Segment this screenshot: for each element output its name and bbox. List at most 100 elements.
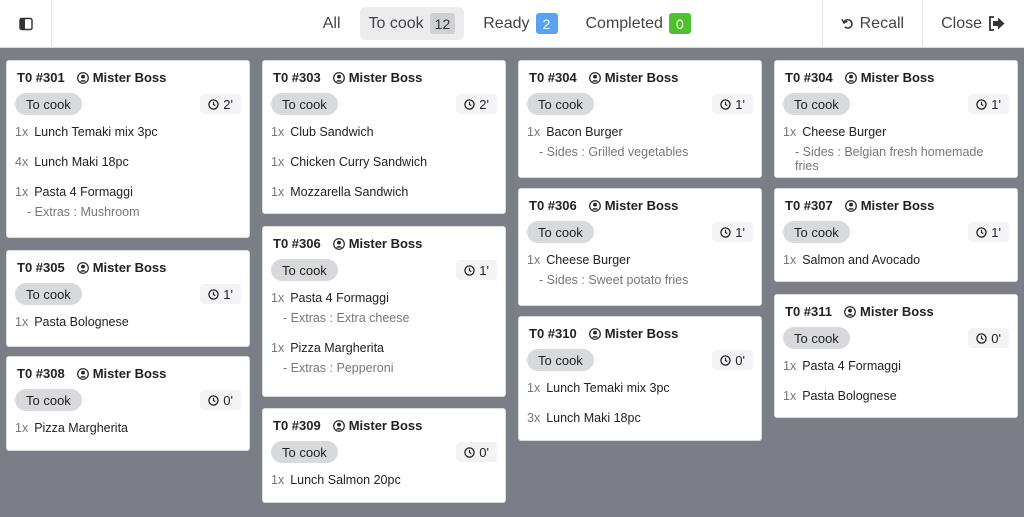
status-button[interactable]: To cook	[527, 93, 594, 115]
item-name: Pizza Margherita	[290, 341, 384, 355]
order-card[interactable]: T0 #308 Mister Boss To cook 0' 1x Pizza Margh…	[6, 356, 250, 451]
order-card[interactable]: T0 #303 Mister Boss To cook 2' 1x Club Sandwi…	[262, 60, 506, 214]
order-card[interactable]: T0 #306 Mister Boss To cook 1' 1x Pasta 4 For…	[262, 226, 506, 397]
order-items: 1x Club Sandwich 1x Chicken Curry Sandwich 1…	[263, 115, 505, 199]
order-item: 1x Pasta Bolognese	[15, 315, 241, 329]
order-item: 1x Pasta 4 Formaggi - Extras : Mushroom	[15, 185, 241, 219]
order-card[interactable]: T0 #305 Mister Boss To cook 1' 1x Pasta Bolog…	[6, 250, 250, 347]
waiter: Mister Boss	[844, 304, 934, 319]
waiter: Mister Boss	[588, 326, 678, 341]
table-number: T0 #306	[273, 236, 321, 251]
item-quantity: 1x	[271, 473, 285, 487]
item-name: Cheese Burger	[802, 125, 887, 139]
order-card[interactable]: T0 #304 Mister Boss To cook 1' 1x Cheese Burg…	[774, 60, 1018, 178]
item-note: - Sides : Grilled vegetables	[539, 145, 689, 159]
clock-icon	[208, 98, 220, 110]
elapsed-timer: 1'	[968, 222, 1009, 242]
order-items: 1x Salmon and Avocado	[775, 243, 1017, 267]
tab-all[interactable]: All	[314, 7, 350, 40]
elapsed-time: 2'	[479, 96, 489, 112]
order-header: T0 #307 Mister Boss	[775, 189, 1017, 215]
order-card[interactable]: T0 #306 Mister Boss To cook 1' 1x Cheese Burg…	[518, 188, 762, 306]
item-quantity: 1x	[15, 125, 29, 139]
item-name: Pasta 4 Formaggi	[34, 185, 133, 199]
table-number: T0 #303	[273, 70, 321, 85]
item-name: Pasta Bolognese	[802, 389, 897, 403]
order-items: 1x Lunch Temaki mix 3pc 4x Lunch Maki 18pc 1…	[7, 115, 249, 219]
order-header: T0 #308 Mister Boss	[7, 357, 249, 383]
item-quantity: 1x	[527, 381, 541, 395]
close-label: Close	[941, 14, 982, 32]
tab-ready[interactable]: Ready 2	[474, 7, 566, 40]
item-name: Chicken Curry Sandwich	[290, 155, 428, 169]
order-card[interactable]: T0 #311 Mister Boss To cook 0' 1x Pasta 4 For…	[774, 294, 1018, 418]
order-items: 1x Pasta Bolognese	[7, 305, 249, 329]
clock-icon	[208, 394, 220, 406]
tab-to-cook[interactable]: To cook 12	[359, 7, 465, 40]
header-actions: Recall Close	[821, 0, 1024, 48]
table-number: T0 #311	[785, 304, 832, 319]
status-button[interactable]: To cook	[15, 389, 82, 411]
item-quantity: 1x	[271, 185, 285, 199]
item-quantity: 1x	[15, 185, 29, 199]
user-icon	[844, 305, 856, 318]
order-card[interactable]: T0 #307 Mister Boss To cook 1' 1x Salmon and …	[774, 188, 1018, 282]
status-button[interactable]: To cook	[527, 221, 594, 243]
order-item: 1x Pasta Bolognese	[783, 389, 1009, 403]
order-header: T0 #309 Mister Boss	[263, 409, 505, 435]
status-button[interactable]: To cook	[527, 349, 594, 371]
item-quantity: 1x	[15, 421, 29, 435]
status-button[interactable]: To cook	[783, 93, 850, 115]
order-card[interactable]: T0 #301 Mister Boss To cook 2' 1x Lunch Temak…	[6, 60, 250, 238]
item-name: Pizza Margherita	[34, 421, 128, 435]
elapsed-time: 1'	[735, 96, 745, 112]
elapsed-timer: 0'	[712, 350, 753, 370]
order-card[interactable]: T0 #304 Mister Boss To cook 1' 1x Bacon Burge…	[518, 60, 762, 178]
close-button[interactable]: Close	[922, 0, 1024, 48]
user-icon	[76, 261, 89, 274]
order-item: 1x Chicken Curry Sandwich	[271, 155, 497, 169]
status-button[interactable]: To cook	[783, 221, 850, 243]
tab-completed[interactable]: Completed 0	[577, 7, 700, 40]
status-row: To cook 1'	[519, 87, 761, 115]
status-button[interactable]: To cook	[271, 259, 338, 281]
order-card[interactable]: T0 #309 Mister Boss To cook 0' 1x Lunch Salmo…	[262, 408, 506, 503]
order-card[interactable]: T0 #310 Mister Boss To cook 0' 1x Lunch Temak…	[518, 316, 762, 441]
order-item: 1x Pasta 4 Formaggi	[783, 359, 1009, 373]
table-number: T0 #305	[17, 260, 65, 275]
table-number: T0 #310	[529, 326, 577, 341]
order-item: 1x Cheese Burger - Sides : Sweet potato fr…	[527, 253, 753, 287]
item-name: Lunch Temaki mix 3pc	[546, 381, 670, 395]
user-icon	[332, 71, 345, 84]
clock-icon	[208, 288, 220, 300]
waiter-name: Mister Boss	[348, 418, 423, 433]
clock-icon	[976, 332, 988, 344]
order-item: 1x Pizza Margherita	[15, 421, 241, 435]
elapsed-timer: 1'	[712, 222, 753, 242]
user-icon	[588, 199, 601, 212]
sidebar-toggle-button[interactable]	[0, 0, 52, 48]
item-name: Pasta 4 Formaggi	[802, 359, 901, 373]
status-button[interactable]: To cook	[783, 327, 850, 349]
count-badge: 2	[535, 13, 558, 34]
user-icon	[332, 237, 345, 250]
item-note: - Extras : Mushroom	[27, 205, 140, 219]
elapsed-timer: 2'	[200, 94, 241, 114]
item-name: Club Sandwich	[290, 125, 374, 139]
status-row: To cook 0'	[775, 321, 1017, 349]
status-button[interactable]: To cook	[15, 283, 82, 305]
item-name: Mozzarella Sandwich	[290, 185, 409, 199]
table-number: T0 #307	[785, 198, 833, 213]
tab-label: Ready	[483, 14, 530, 32]
elapsed-time: 0'	[479, 444, 489, 460]
status-row: To cook 1'	[775, 87, 1017, 115]
status-button[interactable]: To cook	[271, 441, 338, 463]
order-items: 1x Lunch Salmon 20pc	[263, 463, 505, 487]
recall-button[interactable]: Recall	[821, 0, 922, 48]
order-item: 1x Club Sandwich	[271, 125, 497, 139]
status-button[interactable]: To cook	[271, 93, 338, 115]
order-items: 1x Pizza Margherita	[7, 411, 249, 435]
status-button[interactable]: To cook	[15, 93, 82, 115]
waiter: Mister Boss	[76, 260, 166, 275]
order-item: 1x Lunch Temaki mix 3pc	[527, 381, 753, 395]
